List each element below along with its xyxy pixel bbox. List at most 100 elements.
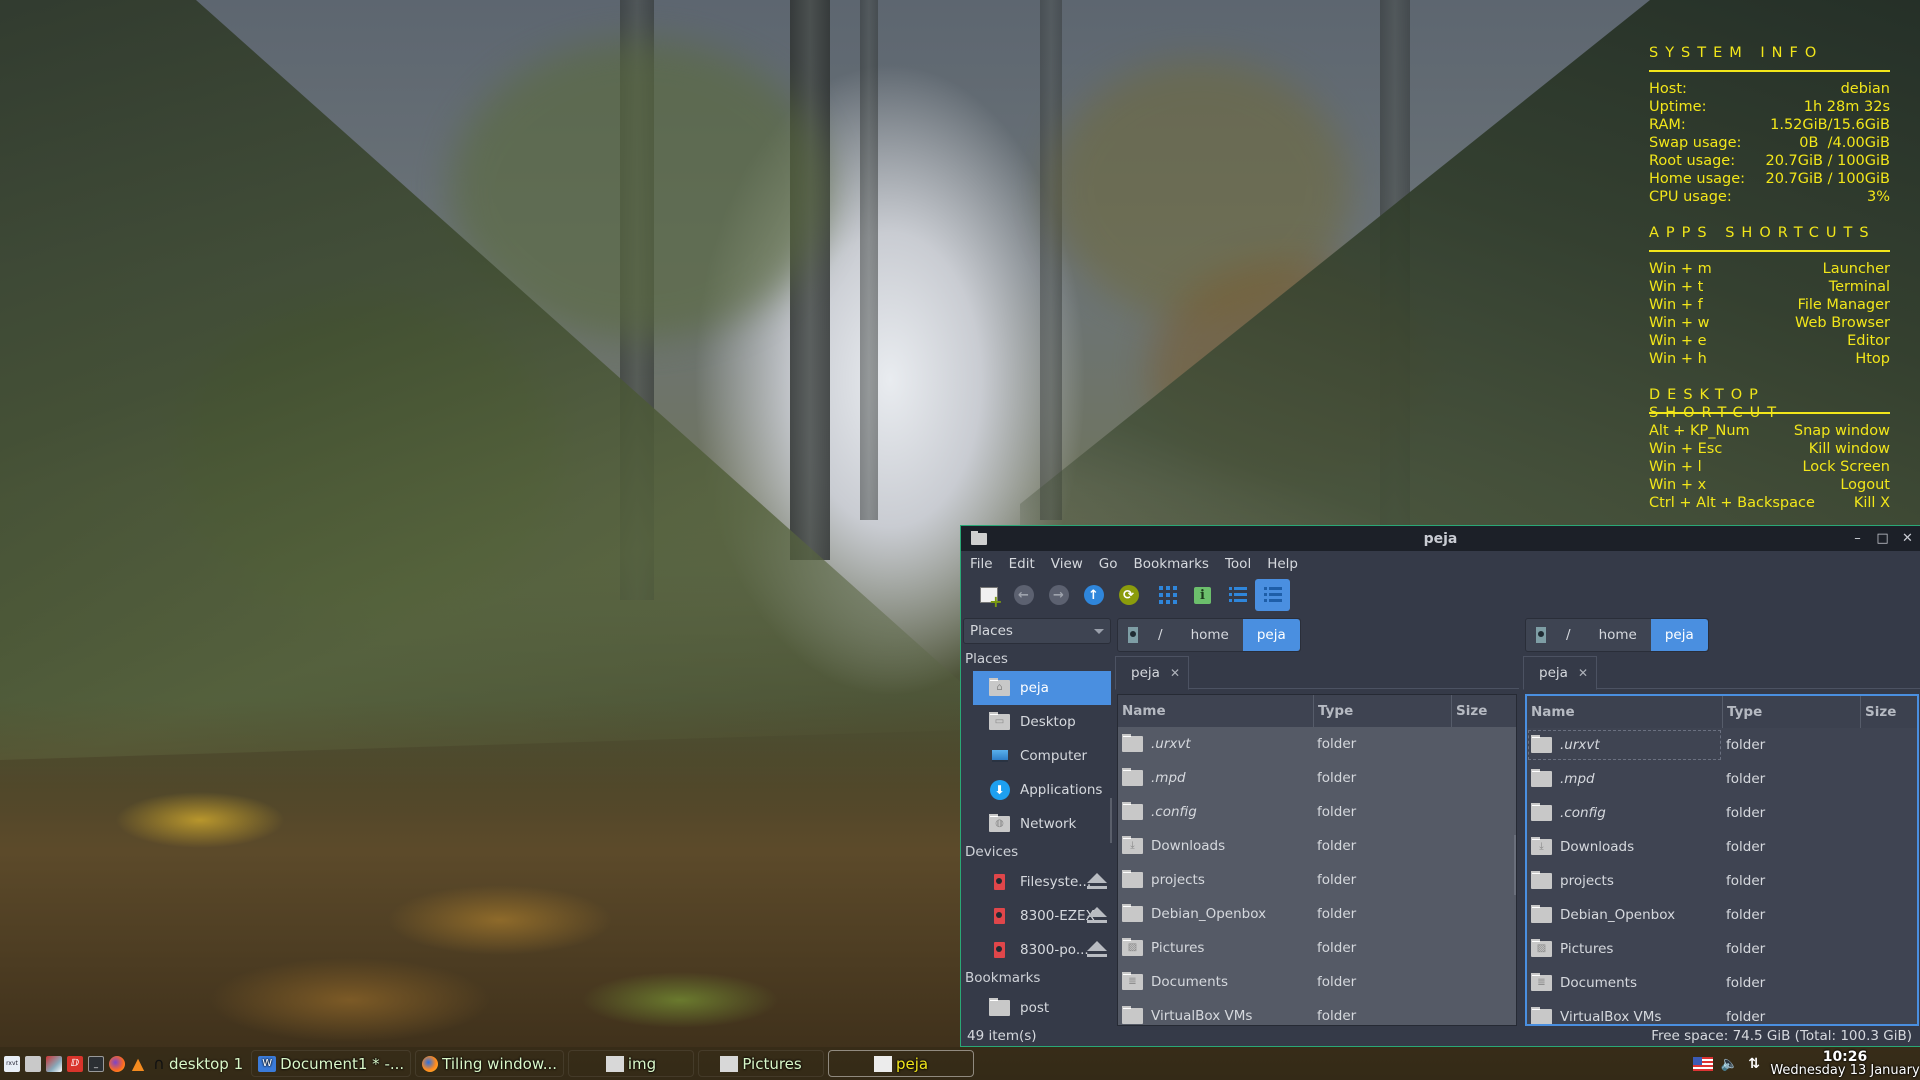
eject-icon[interactable] bbox=[1087, 907, 1107, 925]
back-button[interactable]: ← bbox=[1006, 579, 1041, 611]
path-segment[interactable]: home bbox=[1177, 619, 1243, 651]
item-count: 49 item(s) bbox=[967, 1028, 1037, 1044]
file-row[interactable]: projects folder bbox=[1527, 864, 1917, 898]
menu-edit[interactable]: Edit bbox=[1009, 556, 1035, 572]
file-row[interactable]: ▨ Pictures folder bbox=[1527, 932, 1917, 966]
close-tab-icon[interactable]: ✕ bbox=[1170, 666, 1180, 680]
sidebar-item-applications[interactable]: ⬇ Applications bbox=[973, 773, 1111, 807]
path-segment-current[interactable]: peja bbox=[1650, 619, 1708, 651]
clock[interactable]: 10:26 Wednesday 13 January bbox=[1770, 1050, 1920, 1078]
file-row[interactable]: Debian_Openbox folder bbox=[1527, 898, 1917, 932]
column-header-size[interactable]: Size bbox=[1860, 696, 1917, 728]
file-row[interactable]: .urxvt folder bbox=[1118, 727, 1516, 761]
up-button[interactable]: ↑ bbox=[1076, 579, 1111, 611]
shortcut-row: Win + e Editor bbox=[1649, 332, 1890, 350]
info-row: CPU usage: 3% bbox=[1649, 188, 1890, 206]
path-root-drive[interactable] bbox=[1526, 619, 1552, 651]
file-row[interactable]: ⤓ Downloads folder bbox=[1118, 829, 1516, 863]
urxvt-launcher-icon[interactable]: rxvt bbox=[4, 1055, 20, 1072]
eject-icon[interactable] bbox=[1087, 941, 1107, 959]
sidebar-item-computer[interactable]: Computer bbox=[973, 739, 1111, 773]
file-row[interactable]: .mpd folder bbox=[1118, 761, 1516, 795]
file-cabinet-launcher-icon[interactable] bbox=[25, 1055, 41, 1072]
sidebar-item-device[interactable]: Filesyste... bbox=[973, 865, 1111, 899]
task-tiling-window[interactable]: Tiling window... bbox=[415, 1050, 565, 1077]
column-header-name[interactable]: Name bbox=[1527, 696, 1722, 728]
terminal-launcher-icon[interactable]: _ bbox=[88, 1055, 104, 1072]
forward-button[interactable]: → bbox=[1041, 579, 1076, 611]
file-row[interactable]: VirtualBox VMs folder bbox=[1527, 1000, 1917, 1024]
path-root-drive[interactable] bbox=[1118, 619, 1144, 651]
window-titlebar[interactable]: peja – □ ✕ bbox=[961, 526, 1920, 551]
wps-launcher-icon[interactable]: ⅅ bbox=[67, 1055, 83, 1072]
column-header-type[interactable]: Type bbox=[1722, 696, 1860, 728]
sidebar-item-device[interactable]: 8300-po... bbox=[973, 933, 1111, 967]
sidebar-item-network[interactable]: ◍ Network bbox=[973, 807, 1111, 841]
icon-view-button[interactable] bbox=[1150, 579, 1185, 611]
sidebar-item-bookmark[interactable]: post bbox=[973, 991, 1111, 1025]
menu-view[interactable]: View bbox=[1051, 556, 1083, 572]
sidebar-item-device[interactable]: 8300-EZEX bbox=[973, 899, 1111, 933]
shortcut-action: Launcher bbox=[1822, 261, 1890, 277]
maximize-button[interactable]: □ bbox=[1870, 531, 1895, 546]
file-row[interactable]: projects folder bbox=[1118, 863, 1516, 897]
file-row[interactable]: ▨ Pictures folder bbox=[1118, 931, 1516, 965]
compact-view-button[interactable] bbox=[1220, 579, 1255, 611]
file-row[interactable]: Debian_Openbox folder bbox=[1118, 897, 1516, 931]
desktop-folder-icon: ▭ bbox=[989, 712, 1010, 730]
network-transfer-icon[interactable]: ⇅ bbox=[1748, 1056, 1760, 1072]
desktop-switcher[interactable]: desktop 1 bbox=[169, 1055, 243, 1073]
file-row[interactable]: VirtualBox VMs folder bbox=[1118, 999, 1516, 1025]
column-header-name[interactable]: Name bbox=[1118, 695, 1313, 727]
file-row[interactable]: ⤓ Downloads folder bbox=[1527, 830, 1917, 864]
column-header-size[interactable]: Size bbox=[1451, 695, 1516, 727]
task-peja[interactable]: peja bbox=[828, 1050, 975, 1077]
folder-icon bbox=[1122, 802, 1143, 820]
shortcut-action: Editor bbox=[1847, 333, 1890, 349]
reload-button[interactable]: ⟳ bbox=[1111, 579, 1146, 611]
minimize-button[interactable]: – bbox=[1845, 531, 1870, 546]
file-row[interactable]: ≣ Documents folder bbox=[1527, 966, 1917, 1000]
detailed-view-button[interactable] bbox=[1255, 579, 1290, 611]
path-segment[interactable]: home bbox=[1585, 619, 1651, 651]
firefox-launcher-icon[interactable] bbox=[109, 1055, 125, 1072]
sidebar-item-desktop[interactable]: ▭ Desktop bbox=[973, 705, 1111, 739]
file-row[interactable]: .mpd folder bbox=[1527, 762, 1917, 796]
task-document1[interactable]: W Document1 * -... bbox=[251, 1050, 412, 1077]
headphones-launcher-icon[interactable]: ∩ bbox=[151, 1054, 167, 1073]
section-title: SYSTEM INFO bbox=[1649, 45, 1824, 61]
close-tab-icon[interactable]: ✕ bbox=[1578, 666, 1588, 680]
menu-tool[interactable]: Tool bbox=[1225, 556, 1251, 572]
column-header-type[interactable]: Type bbox=[1313, 695, 1451, 727]
sidebar-scrollbar[interactable] bbox=[1110, 798, 1112, 843]
path-segment[interactable]: / bbox=[1144, 619, 1177, 651]
vlc-launcher-icon[interactable]: ▲ bbox=[130, 1054, 146, 1073]
file-row[interactable]: .config folder bbox=[1118, 795, 1516, 829]
menu-file[interactable]: File bbox=[970, 556, 993, 572]
free-space: Free space: 74.5 GiB (Total: 100.3 GiB) bbox=[1651, 1028, 1912, 1044]
file-list-scrollbar[interactable] bbox=[1514, 835, 1516, 895]
volume-icon[interactable]: 🔈 bbox=[1721, 1056, 1738, 1072]
tab-peja[interactable]: peja ✕ bbox=[1115, 656, 1189, 690]
file-row[interactable]: .urxvt folder bbox=[1527, 728, 1917, 762]
menu-bookmarks[interactable]: Bookmarks bbox=[1134, 556, 1209, 572]
new-window-button[interactable] bbox=[971, 579, 1006, 611]
side-pane-mode-select[interactable]: Places bbox=[963, 618, 1111, 644]
package-manager-launcher-icon[interactable] bbox=[46, 1055, 62, 1072]
file-name: projects bbox=[1560, 873, 1614, 889]
task-pictures[interactable]: Pictures bbox=[698, 1050, 825, 1077]
sidebar-item-home[interactable]: ⌂ peja bbox=[973, 671, 1111, 705]
tab-peja[interactable]: peja ✕ bbox=[1523, 656, 1597, 690]
file-name: Downloads bbox=[1151, 838, 1226, 854]
task-img[interactable]: img bbox=[568, 1050, 695, 1077]
eject-icon[interactable] bbox=[1087, 873, 1107, 891]
close-button[interactable]: ✕ bbox=[1895, 531, 1920, 546]
menu-help[interactable]: Help bbox=[1267, 556, 1298, 572]
menu-go[interactable]: Go bbox=[1099, 556, 1118, 572]
keyboard-layout-us-flag-icon[interactable] bbox=[1692, 1056, 1713, 1071]
path-segment-current[interactable]: peja bbox=[1242, 619, 1300, 651]
file-row[interactable]: .config folder bbox=[1527, 796, 1917, 830]
path-segment[interactable]: / bbox=[1552, 619, 1585, 651]
file-row[interactable]: ≣ Documents folder bbox=[1118, 965, 1516, 999]
info-button[interactable]: i bbox=[1185, 579, 1220, 611]
